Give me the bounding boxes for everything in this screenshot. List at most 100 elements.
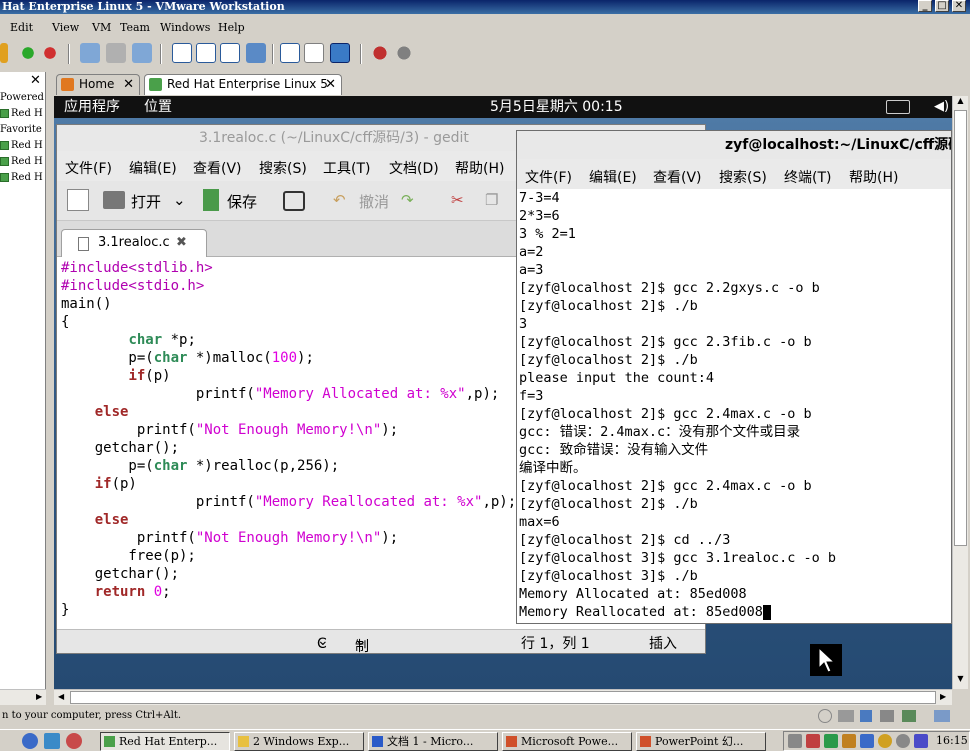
scrollbar-thumb[interactable] (70, 691, 936, 704)
minimize-button[interactable]: _ (918, 0, 932, 12)
device-cd-icon[interactable] (818, 709, 832, 723)
tray-icon[interactable] (914, 734, 928, 748)
tab-width-selector[interactable]: 制表符宽度: 8 ⌄ (355, 633, 369, 653)
menu-help[interactable]: Help (218, 21, 245, 34)
full-screen-icon[interactable] (220, 43, 240, 63)
terminal-menu-edit[interactable]: 编辑(E) (589, 167, 637, 187)
scroll-up-icon[interactable]: ▲ (953, 96, 968, 110)
sidebar-scrollbar[interactable]: ▶ (0, 689, 46, 705)
sidebar-vm-item[interactable]: Red H (0, 156, 43, 167)
record-icon[interactable] (370, 43, 390, 63)
taskbar-item-powerpoint[interactable]: Microsoft Powe... (502, 732, 632, 751)
tray-icon[interactable] (860, 734, 874, 748)
volume-icon[interactable]: ◀) (934, 96, 949, 118)
tray-icon[interactable] (806, 734, 820, 748)
print-icon[interactable] (283, 191, 305, 211)
language-selector[interactable]: C ⌄ (317, 633, 329, 652)
new-document-icon[interactable] (67, 189, 89, 211)
terminal-output[interactable]: 7-3=4 2*3=6 3 % 2=1 a=2 a=3 [zyf@localhost 2]… (517, 189, 951, 623)
save-button[interactable]: 保存 (227, 191, 257, 212)
tab-home[interactable]: Home ✕ (56, 74, 140, 95)
summary-view-icon[interactable] (304, 43, 324, 63)
close-tab-icon[interactable]: ✕ (325, 75, 336, 94)
taskbar-item-word[interactable]: 文档 1 - Micro... (368, 732, 498, 751)
menu-vm[interactable]: VM (92, 21, 111, 34)
tray-clock[interactable]: 16:15 (936, 734, 968, 747)
quick-launch-icon[interactable] (44, 733, 60, 749)
gedit-tab-file[interactable]: 3.1realoc.c ✖ (61, 229, 207, 257)
terminal-menu-search[interactable]: 搜索(S) (719, 167, 767, 187)
open-dropdown-icon[interactable]: ⌄ (173, 191, 186, 209)
horizontal-scrollbar[interactable]: ◀ ▶ (54, 689, 952, 705)
device-floppy-icon[interactable] (860, 710, 872, 722)
menu-windows[interactable]: Windows (160, 21, 210, 34)
console-view-icon[interactable] (280, 43, 300, 63)
taskbar-item-slideshow[interactable]: PowerPoint 幻... (636, 732, 766, 751)
device-network-icon[interactable] (880, 710, 894, 722)
guest-screen[interactable]: 应用程序 位置 5月5日星期六 00:15 ◀) 3.1realoc.c (~/… (54, 96, 952, 689)
gedit-menu-edit[interactable]: 编辑(E) (129, 158, 177, 178)
tray-icon[interactable] (824, 734, 838, 748)
scroll-left-icon[interactable]: ◀ (58, 692, 64, 701)
places-menu[interactable]: 位置 (144, 96, 172, 118)
tray-icon[interactable] (788, 734, 802, 748)
tab-red-hat[interactable]: Red Hat Enterprise Linux 5 ✕ (144, 74, 342, 95)
sidebar-vm-item[interactable]: Red H (0, 140, 43, 151)
power-on-icon[interactable] (18, 43, 38, 63)
quick-launch-icon[interactable] (66, 733, 82, 749)
device-hdd-icon[interactable] (838, 710, 854, 722)
tray-icon[interactable] (842, 734, 856, 748)
reset-icon[interactable] (40, 43, 60, 63)
undo-button[interactable]: 撤消 (359, 191, 389, 212)
keyboard-icon[interactable] (886, 100, 910, 114)
redo-icon[interactable]: ↷ (401, 191, 414, 209)
terminal-menu-help[interactable]: 帮助(H) (849, 167, 898, 187)
vertical-scrollbar[interactable]: ▲ ▼ (952, 96, 968, 689)
snapshot-icon[interactable] (80, 43, 100, 63)
gedit-menu-help[interactable]: 帮助(H) (455, 158, 504, 178)
tray-icon[interactable] (896, 734, 910, 748)
revert-snapshot-icon[interactable] (106, 43, 126, 63)
gedit-menu-documents[interactable]: 文档(D) (389, 158, 439, 178)
menu-view[interactable]: View (52, 21, 79, 34)
gedit-menu-search[interactable]: 搜索(S) (259, 158, 307, 178)
gedit-menu-tools[interactable]: 工具(T) (323, 158, 370, 178)
cut-icon[interactable]: ✂ (451, 191, 464, 209)
applications-menu[interactable]: 应用程序 (64, 96, 120, 118)
show-sidebar-icon[interactable] (172, 43, 192, 63)
ie-icon[interactable] (22, 733, 38, 749)
message-log-icon[interactable] (934, 710, 950, 722)
open-button[interactable]: 打开 (131, 191, 161, 212)
sidebar-vm-item[interactable]: Red H (0, 172, 43, 183)
scroll-right-icon[interactable]: ▶ (940, 692, 946, 701)
quick-switch-icon[interactable] (196, 43, 216, 63)
scrollbar-thumb[interactable] (954, 110, 967, 546)
device-usb-icon[interactable] (902, 710, 916, 722)
unity-icon[interactable] (246, 43, 266, 63)
terminal-menu-view[interactable]: 查看(V) (653, 167, 702, 187)
gedit-menu-view[interactable]: 查看(V) (193, 158, 242, 178)
terminal-menu-terminal[interactable]: 终端(T) (784, 167, 831, 187)
menu-team[interactable]: Team (120, 21, 150, 34)
taskbar-item-vmware[interactable]: Red Hat Enterp... (100, 732, 230, 751)
close-tab-icon[interactable]: ✕ (123, 75, 134, 94)
terminal-menu-file[interactable]: 文件(F) (525, 167, 572, 187)
close-button[interactable]: ✕ (952, 0, 966, 12)
thumbnail-view-icon[interactable] (330, 43, 350, 63)
taskbar-item-explorer[interactable]: 2 Windows Exp... (234, 732, 364, 751)
maximize-button[interactable]: □ (935, 0, 949, 12)
replay-icon[interactable] (394, 43, 414, 63)
snapshot-manager-icon[interactable] (132, 43, 152, 63)
panel-clock[interactable]: 5月5日星期六 00:15 (490, 96, 623, 118)
sidebar-vm-item[interactable]: Red H (0, 108, 43, 119)
gedit-menu-file[interactable]: 文件(F) (65, 158, 112, 178)
menu-edit[interactable]: Edit (10, 21, 33, 34)
open-icon (103, 191, 125, 209)
sidebar-close-icon[interactable]: ✕ (30, 73, 41, 88)
scroll-down-icon[interactable]: ▼ (953, 674, 968, 688)
scroll-right-icon[interactable]: ▶ (36, 692, 42, 701)
copy-icon[interactable]: ❐ (485, 191, 498, 209)
close-tab-icon[interactable]: ✖ (176, 230, 187, 256)
tray-icon[interactable] (878, 734, 892, 748)
pause-icon[interactable] (0, 43, 8, 63)
